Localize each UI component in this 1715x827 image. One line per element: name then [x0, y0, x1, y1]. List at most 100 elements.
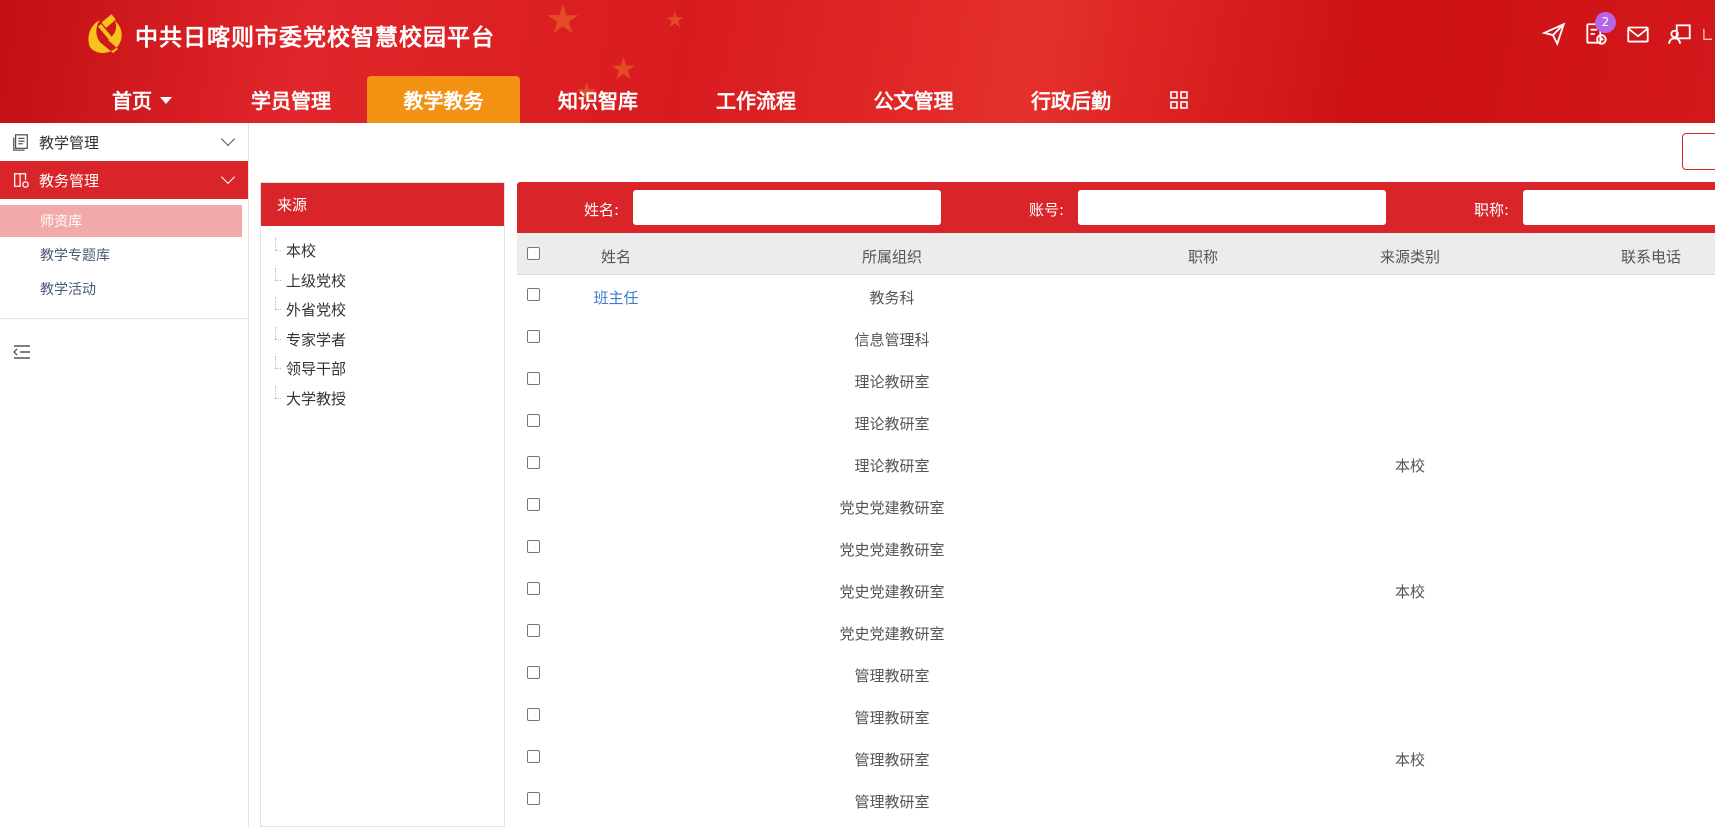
table-row: 党史党建教研室: [517, 485, 1715, 527]
cell-source: 本校: [1394, 583, 1426, 601]
table-row: 理论教研室 本校: [517, 443, 1715, 485]
row-checkbox[interactable]: [527, 666, 540, 679]
main-nav: 首页 学员管理 教学教务 知识智库 工作流程 公文管理 行政后勤: [0, 76, 1199, 123]
cell-org: 管理教研室: [854, 709, 930, 727]
source-tree: 本校 上级党校 外省党校 专家学者 领导干部 大学教授: [261, 226, 504, 413]
cell-org: 管理教研室: [854, 751, 930, 769]
nav-label: 知识智库: [558, 89, 638, 113]
cell-org: 管理教研室: [854, 793, 930, 811]
mail-icon[interactable]: [1617, 18, 1659, 50]
cell-source: 本校: [1394, 751, 1426, 769]
star-decoration: ★: [665, 8, 685, 33]
row-checkbox[interactable]: [527, 498, 540, 511]
select-all-checkbox[interactable]: [527, 247, 540, 260]
sidebar-item-teaching-topics[interactable]: 教学专题库: [0, 239, 242, 271]
source-item[interactable]: 大学教授: [261, 384, 504, 414]
sidebar: 教学管理 教务管理 师资库 教学专题库 教学活动: [0, 123, 249, 827]
account-filter-input[interactable]: [1078, 190, 1386, 225]
nav-teaching-affairs[interactable]: 教学教务: [367, 76, 520, 123]
table-row: 党史党建教研室: [517, 611, 1715, 653]
row-checkbox[interactable]: [527, 582, 540, 595]
source-item[interactable]: 领导干部: [261, 354, 504, 384]
chevron-down-icon: [220, 169, 236, 185]
cell-org: 理论教研室: [854, 457, 930, 475]
menu-group-teaching-management[interactable]: 教学管理: [0, 123, 248, 161]
sidebar-item-label: 教学活动: [40, 282, 96, 298]
row-checkbox[interactable]: [527, 372, 540, 385]
nav-label: 工作流程: [716, 89, 796, 113]
sidebar-item-faculty-library[interactable]: 师资库: [0, 205, 242, 237]
table-row: 理论教研室: [517, 359, 1715, 401]
presentation-icon[interactable]: [1659, 18, 1701, 50]
cell-org: 教务科: [869, 289, 915, 307]
send-icon[interactable]: [1533, 18, 1575, 50]
top-header: ★ ★ ★ ★ 中共日喀则市委党校智慧校园平台 2 首页 学员管理 教学教务 知…: [0, 0, 1715, 123]
action-button[interactable]: [1682, 133, 1715, 170]
table-header: 姓名 所属组织 职称 来源类别 联系电话: [517, 233, 1715, 275]
nav-label: 教学教务: [403, 89, 484, 113]
sidebar-divider: [0, 318, 249, 319]
source-item[interactable]: 专家学者: [261, 325, 504, 355]
table-row: 管理教研室: [517, 779, 1715, 821]
cell-org: 党史党建教研室: [839, 625, 945, 643]
sidebar-item-teaching-activities[interactable]: 教学活动: [0, 273, 242, 305]
nav-label: 行政后勤: [1031, 89, 1111, 113]
nav-admin-logistics[interactable]: 行政后勤: [991, 76, 1151, 123]
chevron-down-icon: [220, 131, 236, 147]
schedule-icon[interactable]: 2: [1575, 12, 1617, 50]
column-header-source: 来源类别: [1379, 248, 1441, 266]
collapse-menu-icon[interactable]: [12, 343, 32, 361]
faculty-table-panel: 姓名: 账号: 职称: 姓名 所属组织 职称 来源类别 联系电话 班主任 教务科信…: [517, 182, 1715, 827]
row-checkbox[interactable]: [527, 288, 540, 301]
table-row: 信息管理科: [517, 317, 1715, 359]
book-settings-icon: [14, 173, 29, 188]
nav-knowledge-base[interactable]: 知识智库: [520, 76, 676, 123]
row-checkbox[interactable]: [527, 792, 540, 805]
row-checkbox[interactable]: [527, 540, 540, 553]
row-checkbox[interactable]: [527, 330, 540, 343]
column-header-title: 职称: [1187, 248, 1219, 266]
nav-home-label: 首页: [112, 89, 152, 113]
nav-document-management[interactable]: 公文管理: [836, 76, 991, 123]
filter-bar: 姓名: 账号: 职称:: [517, 182, 1715, 233]
source-item[interactable]: 本校: [261, 236, 504, 266]
source-item[interactable]: 上级党校: [261, 266, 504, 296]
document-icon[interactable]: [1701, 18, 1715, 50]
row-checkbox[interactable]: [527, 456, 540, 469]
sidebar-item-label: 师资库: [40, 214, 82, 230]
app-title: 中共日喀则市委党校智慧校园平台: [135, 24, 495, 51]
row-checkbox[interactable]: [527, 624, 540, 637]
list-doc-icon: [13, 134, 28, 151]
caret-down-icon: [160, 97, 172, 104]
table-row: 班主任 教务科: [517, 275, 1715, 317]
cell-org: 党史党建教研室: [839, 499, 945, 517]
name-filter-input[interactable]: [633, 190, 941, 225]
table-row: 党史党建教研室 本校: [517, 569, 1715, 611]
nav-student-management[interactable]: 学员管理: [216, 76, 366, 123]
menu-group-academic-affairs[interactable]: 教务管理: [0, 161, 248, 199]
cell-org: 信息管理科: [854, 331, 930, 349]
cell-org: 党史党建教研室: [839, 583, 945, 601]
source-item[interactable]: 外省党校: [261, 295, 504, 325]
menu-group-label: 教务管理: [39, 171, 100, 190]
sidebar-item-label: 教学专题库: [40, 248, 110, 264]
source-panel-title: 来源: [261, 183, 504, 226]
row-checkbox[interactable]: [527, 708, 540, 721]
nav-label: 公文管理: [873, 89, 954, 113]
app-root: ★ ★ ★ ★ 中共日喀则市委党校智慧校园平台 2 首页 学员管理 教学教务 知…: [0, 0, 1715, 827]
nav-workflow[interactable]: 工作流程: [676, 76, 836, 123]
table-row: 管理教研室 本校: [517, 737, 1715, 779]
column-header-name: 姓名: [600, 248, 632, 266]
nav-home[interactable]: 首页: [84, 76, 200, 123]
apps-grid-icon[interactable]: [1159, 76, 1199, 123]
column-header-org: 所属组织: [861, 248, 923, 266]
header-toolbar: 2: [1533, 12, 1715, 50]
cell-name[interactable]: 班主任: [593, 287, 638, 308]
cell-source: 本校: [1394, 457, 1426, 475]
row-checkbox[interactable]: [527, 414, 540, 427]
title-filter-input[interactable]: [1523, 190, 1715, 225]
row-checkbox[interactable]: [527, 750, 540, 763]
table-row: 党史党建教研室: [517, 527, 1715, 569]
title-filter-label: 职称:: [1474, 201, 1510, 219]
cell-org: 管理教研室: [854, 667, 930, 685]
